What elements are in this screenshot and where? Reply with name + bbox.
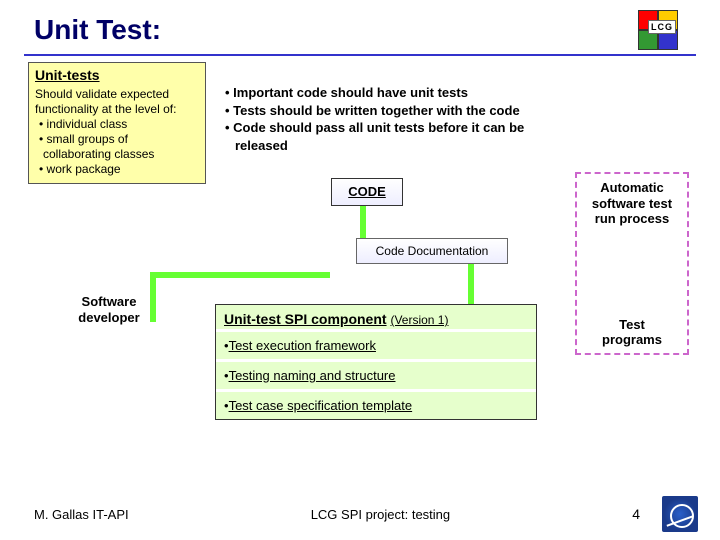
spi-title: Unit-test SPI component <box>224 311 387 327</box>
important-points: Important code should have unit tests Te… <box>225 84 615 154</box>
connector-line <box>360 206 366 238</box>
code-documentation-box: Code Documentation <box>356 238 508 264</box>
cern-logo <box>662 496 698 532</box>
unit-tests-item-cont: collaborating classes <box>35 147 199 162</box>
unit-tests-intro: Should validate expected <box>35 87 199 102</box>
spi-item: Test case specification template <box>216 389 536 419</box>
spi-item: Test execution framework <box>216 329 536 359</box>
lcg-logo-text: LCG <box>648 20 676 34</box>
important-item: Important code should have unit tests <box>225 84 615 102</box>
important-item-cont: released <box>225 137 615 155</box>
spi-item: Testing naming and structure <box>216 359 536 389</box>
connector-line <box>150 272 330 278</box>
unit-tests-heading: Unit-tests <box>35 67 199 85</box>
spi-version: (Version 1) <box>390 313 448 327</box>
page-title: Unit Test: <box>34 14 161 46</box>
footer-author: M. Gallas IT-API <box>34 507 129 522</box>
unit-tests-box: Unit-tests Should validate expected func… <box>28 62 206 184</box>
connector-line <box>468 264 474 304</box>
code-box: CODE <box>331 178 403 206</box>
page-number: 4 <box>632 506 640 522</box>
unit-tests-item: small groups of <box>39 132 199 147</box>
automatic-process-box: Automatic software test run process Test… <box>575 172 689 355</box>
lcg-logo: LCG <box>638 10 696 50</box>
unit-tests-item: individual class <box>39 117 199 132</box>
important-item: Tests should be written together with th… <box>225 102 615 120</box>
footer-project: LCG SPI project: testing <box>311 507 450 522</box>
software-developer-label: Software developer <box>64 294 154 327</box>
important-item: Code should pass all unit tests before i… <box>225 119 615 137</box>
spi-component-box: Unit-test SPI component (Version 1) Test… <box>215 304 537 420</box>
unit-tests-intro: functionality at the level of: <box>35 102 199 117</box>
unit-tests-item: work package <box>39 162 199 177</box>
